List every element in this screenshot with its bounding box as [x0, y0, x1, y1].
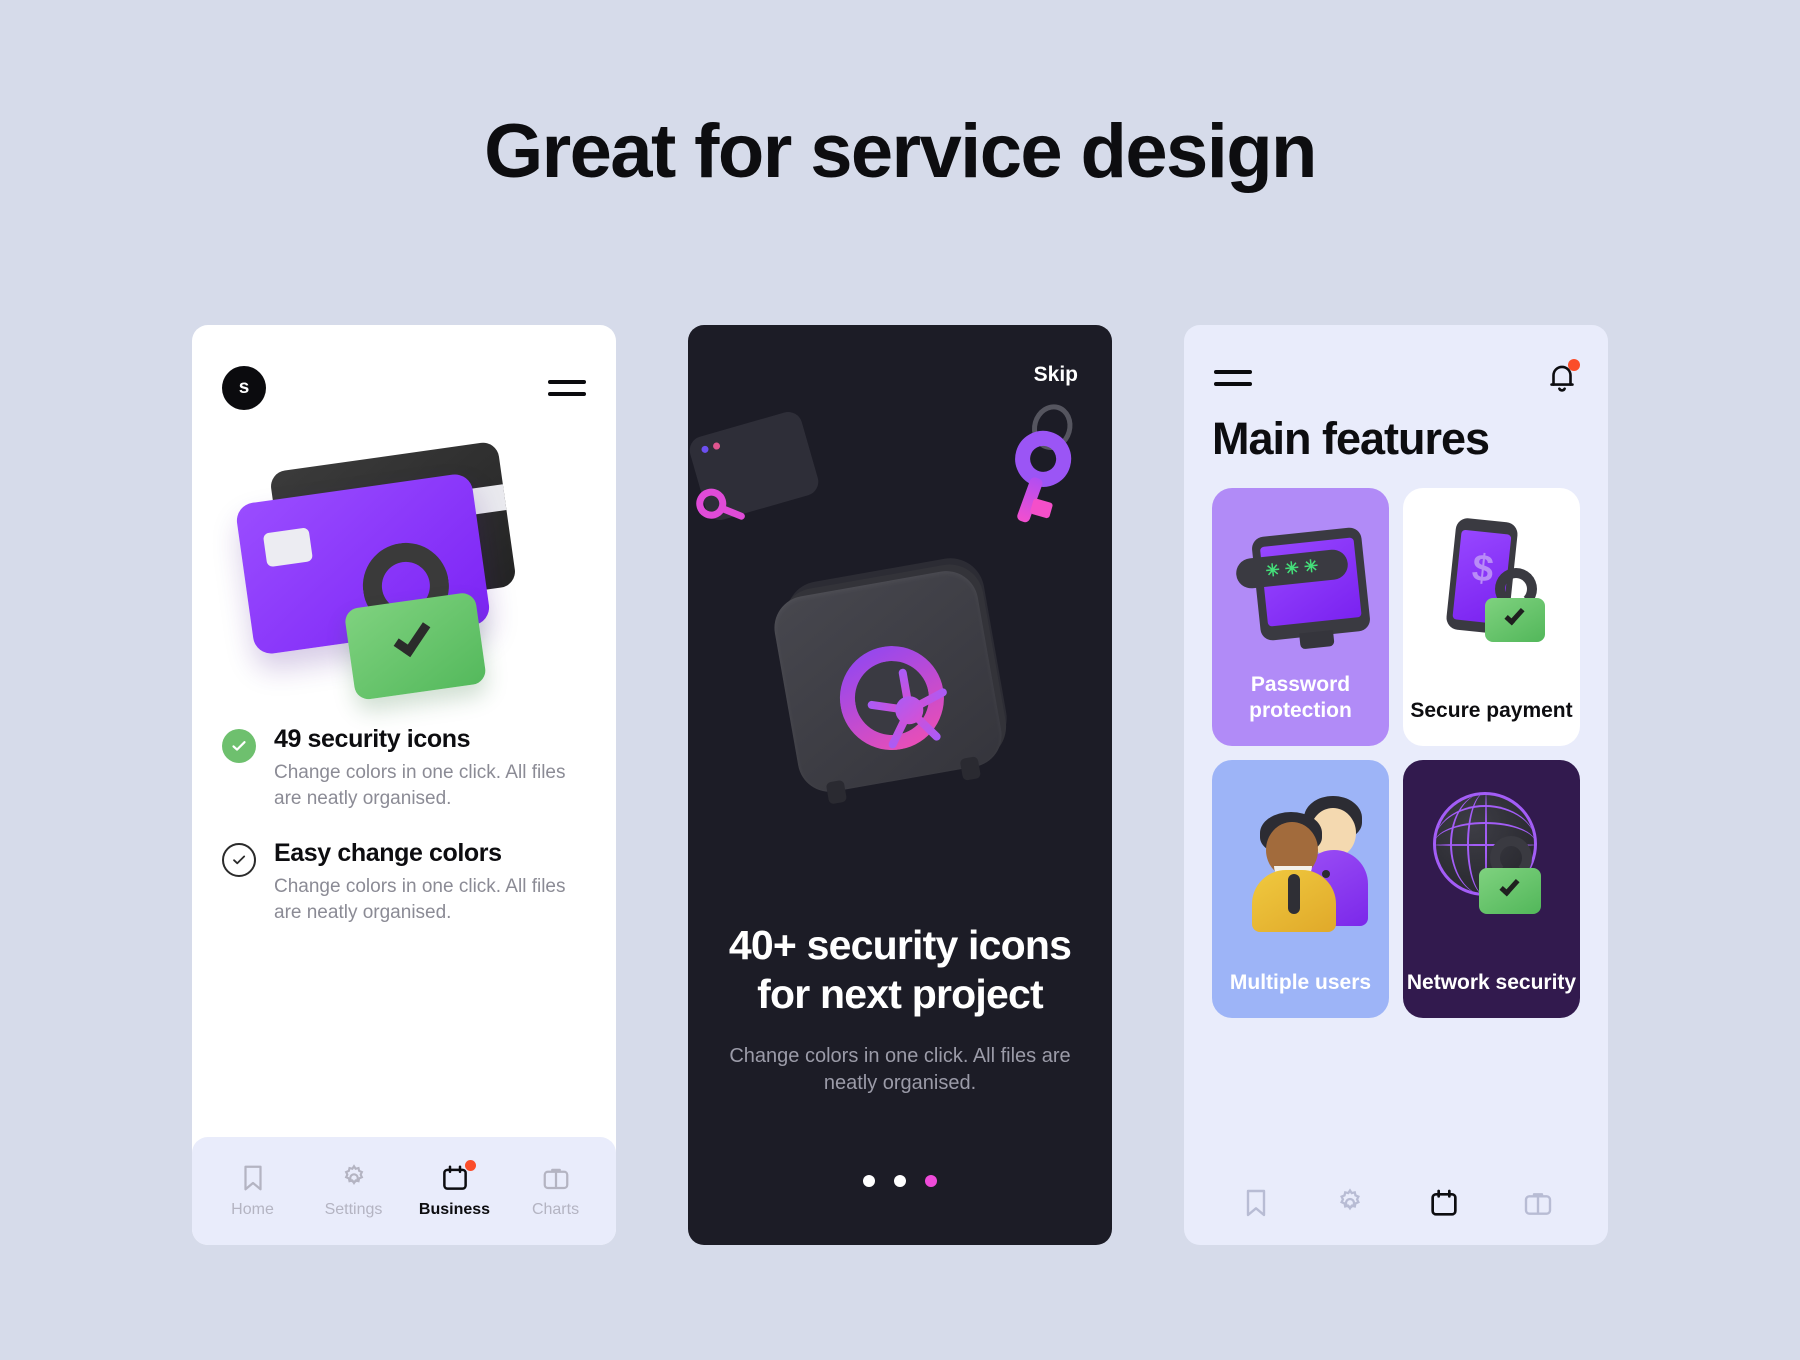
- key-icon: [993, 396, 1093, 531]
- app-header: s: [192, 353, 616, 423]
- avatar[interactable]: s: [222, 366, 266, 410]
- feature-card-label: Password protection: [1249, 672, 1352, 722]
- bookmark-icon: [238, 1163, 268, 1193]
- nav-item-business[interactable]: Business: [411, 1160, 499, 1219]
- nav-label: Home: [231, 1201, 274, 1218]
- phone-mockups-row: s 49 security icons Change colors in one…: [0, 325, 1800, 1245]
- pagination-dots[interactable]: [688, 1175, 1112, 1187]
- nav-label: Charts: [531, 1201, 580, 1218]
- bottom-navigation-bar: Home Settings Business Charts: [192, 1137, 616, 1245]
- monitor-password-icon: ✳ ✳ ✳: [1212, 506, 1389, 674]
- feature-card-secure-payment[interactable]: $ Secure payment: [1403, 488, 1580, 746]
- pagination-dot-active[interactable]: [925, 1175, 937, 1187]
- nav-item-home[interactable]: Home: [209, 1163, 297, 1219]
- list-item-title: Easy change colors: [274, 839, 502, 868]
- nav-label: Business: [418, 1201, 491, 1218]
- notification-badge: [464, 1160, 476, 1171]
- magnifier-icon: [688, 480, 753, 539]
- credit-cards-padlock-illustration: [222, 440, 562, 701]
- hamburger-icon[interactable]: [1214, 368, 1252, 388]
- bell-icon[interactable]: [1546, 359, 1580, 395]
- people-icon: [1212, 778, 1389, 946]
- calendar-icon: [440, 1160, 476, 1193]
- safe-key-window-illustration: [688, 395, 1112, 855]
- phone-screen-onboarding-dark: Skip 40+ security icons for next project…: [688, 325, 1112, 1245]
- nav-item-bookmark[interactable]: [1240, 1187, 1270, 1217]
- subtitle: Change colors in one click. All files ar…: [729, 1045, 1071, 1094]
- list-item-description: Change colors in one click. All files ar…: [274, 762, 566, 809]
- feature-card-label: Multiple users: [1229, 970, 1372, 994]
- briefcase-icon: [541, 1163, 571, 1193]
- nav-item-settings[interactable]: Settings: [310, 1163, 398, 1219]
- pagination-dot[interactable]: [894, 1175, 906, 1187]
- list-item: 49 security icons Change colors in one c…: [222, 725, 586, 811]
- phone-screen-onboarding-light: s 49 security icons Change colors in one…: [192, 325, 616, 1245]
- hamburger-icon[interactable]: [548, 378, 586, 398]
- headline: 40+ security icons for next project: [728, 921, 1072, 1017]
- feature-card-label: Secure payment: [1410, 698, 1573, 722]
- page-title: Main features: [1212, 413, 1490, 464]
- globe-lock-icon: [1403, 778, 1580, 946]
- features-grid: ✳ ✳ ✳ Password protection $ Secure payment: [1212, 488, 1580, 1018]
- nav-label: Settings: [324, 1201, 383, 1218]
- list-item-title: 49 security icons: [274, 725, 471, 753]
- nav-item-calendar[interactable]: [1428, 1187, 1458, 1217]
- page-title: Great for service design: [484, 109, 1317, 194]
- safe-icon: [766, 545, 1025, 805]
- bottom-navigation-bar: [1184, 1159, 1608, 1245]
- notification-badge: [1568, 359, 1580, 371]
- check-circle-outline-icon: [222, 843, 256, 878]
- app-header: [1184, 347, 1608, 409]
- padlock-icon: [330, 532, 501, 711]
- skip-button[interactable]: Skip: [1034, 363, 1078, 387]
- gear-icon: [339, 1163, 369, 1193]
- feature-card-network-security[interactable]: Network security: [1403, 760, 1580, 1018]
- phone-lock-icon: $: [1403, 506, 1580, 674]
- phone-screen-main-features: Main features ✳ ✳ ✳ Password protection $: [1184, 325, 1608, 1245]
- feature-card-label: Network security: [1406, 970, 1577, 994]
- feature-card-password-protection[interactable]: ✳ ✳ ✳ Password protection: [1212, 488, 1389, 746]
- pagination-dot[interactable]: [863, 1175, 875, 1187]
- onboarding-copy: 40+ security icons for next project Chan…: [714, 921, 1086, 1097]
- nav-item-settings[interactable]: [1334, 1187, 1364, 1217]
- list-item: Easy change colors Change colors in one …: [222, 839, 586, 925]
- nav-item-charts[interactable]: Charts: [512, 1163, 600, 1219]
- list-item-description: Change colors in one click. All files ar…: [274, 876, 566, 923]
- feature-list: 49 security icons Change colors in one c…: [222, 725, 586, 954]
- nav-item-briefcase[interactable]: [1522, 1187, 1552, 1217]
- feature-card-multiple-users[interactable]: Multiple users: [1212, 760, 1389, 1018]
- check-circle-filled-icon: [222, 729, 256, 763]
- poster-canvas: Great for service design s 49 security i…: [0, 0, 1800, 1360]
